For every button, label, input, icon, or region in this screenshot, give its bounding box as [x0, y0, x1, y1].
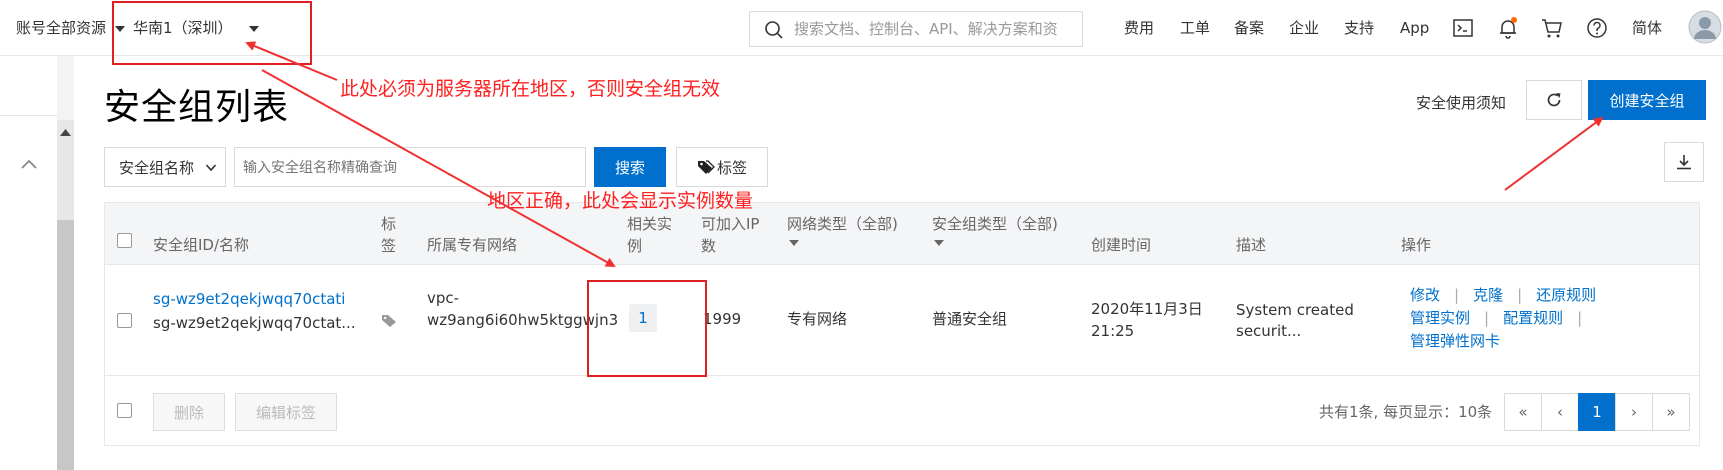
- header-network-type-label: 网络类型（全部): [787, 215, 898, 233]
- language-selector[interactable]: 简体: [1632, 0, 1662, 56]
- create-security-group-button[interactable]: 创建安全组: [1588, 80, 1706, 120]
- console-page: 账号全部资源 华南1（深圳） 费用 工单 备案 企业 支持 App: [0, 0, 1723, 470]
- action-separator: |: [1484, 309, 1490, 327]
- description-line2: securit...: [1236, 322, 1302, 340]
- scroll-up-arrow-icon[interactable]: [60, 128, 71, 136]
- security-notice-link[interactable]: 安全使用须知: [1416, 92, 1506, 113]
- nav-icp[interactable]: 备案: [1234, 0, 1264, 56]
- tag-filter-button[interactable]: 标签: [676, 147, 768, 187]
- nav-support[interactable]: 支持: [1344, 0, 1374, 56]
- action-restore-rules[interactable]: 还原规则: [1536, 286, 1596, 304]
- created-time: 21:25: [1091, 322, 1135, 340]
- description-line1: System created: [1236, 301, 1354, 319]
- annotation-region-highlight: [112, 1, 312, 65]
- header-id-name: 安全组ID/名称: [153, 236, 250, 254]
- security-group-search-box[interactable]: [234, 147, 586, 187]
- sidebar-divider: [0, 115, 57, 116]
- vpc-id-line1: vpc-: [427, 289, 460, 307]
- footer-select-all-checkbox[interactable]: [117, 403, 132, 418]
- security-group-id-link[interactable]: sg-wz9et2qekjwqq70ctati: [153, 288, 345, 310]
- row-actions-line1: 修改 | 克隆 | 还原规则: [1410, 284, 1596, 306]
- export-button[interactable]: [1664, 142, 1704, 182]
- page-1-button[interactable]: 1: [1578, 393, 1616, 431]
- action-separator: |: [1517, 286, 1523, 304]
- search-field-label: 安全组名称: [119, 158, 195, 177]
- scrollbar-thumb[interactable]: [57, 220, 74, 470]
- action-manage-instances[interactable]: 管理实例: [1410, 309, 1470, 327]
- security-group-table: 安全组ID/名称 标签 所属专有网络 相关实例 可加入IP数 网络类型（全部) …: [104, 202, 1700, 446]
- tag-filter-label: 标签: [716, 158, 747, 177]
- next-page-button[interactable]: ›: [1615, 393, 1653, 431]
- search-icon: [765, 21, 783, 39]
- network-type: 专有网络: [787, 310, 848, 328]
- global-search-input[interactable]: [794, 18, 1074, 40]
- annotation-instance-note: 地区正确，此处会显示实例数量: [487, 190, 754, 212]
- refresh-icon: [1547, 93, 1561, 107]
- header-vpc: 所属专有网络: [427, 236, 518, 254]
- header-description: 描述: [1236, 236, 1267, 254]
- row-actions-line3: 管理弹性网卡: [1410, 330, 1500, 352]
- last-page-button[interactable]: »: [1652, 393, 1690, 431]
- annotation-region-note: 此处必须为服务器所在地区，否则安全组无效: [340, 78, 721, 100]
- help-icon[interactable]: [1585, 16, 1609, 40]
- search-button[interactable]: 搜索: [594, 147, 666, 187]
- chevron-up-icon[interactable]: [20, 158, 38, 170]
- pagination: « ‹ 1 › »: [1504, 393, 1694, 431]
- action-configure-rules[interactable]: 配置规则: [1503, 309, 1563, 327]
- nav-tickets[interactable]: 工单: [1180, 0, 1210, 56]
- chevron-down-icon: [205, 164, 217, 172]
- table-row: sg-wz9et2qekjwqq70ctati sg-wz9et2qekjwqq…: [105, 266, 1699, 376]
- group-type: 普通安全组: [932, 310, 1008, 328]
- arrow-to-create-button: [1504, 116, 1604, 191]
- header-actions: 操作: [1401, 236, 1432, 254]
- row-actions-line2: 管理实例 | 配置规则 |: [1410, 307, 1596, 329]
- bell-icon[interactable]: [1496, 16, 1520, 40]
- account-scope-selector[interactable]: 账号全部资源: [16, 0, 125, 56]
- annotation-instance-highlight: [587, 280, 707, 377]
- delete-button[interactable]: 删除: [153, 393, 225, 431]
- prev-page-button[interactable]: ‹: [1541, 393, 1579, 431]
- available-ip-count: 1999: [703, 310, 742, 328]
- avatar[interactable]: [1688, 10, 1722, 44]
- header-network-type[interactable]: 网络类型（全部): [787, 213, 898, 235]
- security-group-search-input[interactable]: [243, 157, 573, 179]
- header-instances: 相关实例: [627, 215, 673, 255]
- filter-caret-icon[interactable]: [934, 240, 944, 247]
- header-group-type-label: 安全组类型（全部): [932, 215, 1058, 233]
- tag-icon[interactable]: [381, 314, 397, 328]
- table-header: 安全组ID/名称 标签 所属专有网络 相关实例 可加入IP数 网络类型（全部) …: [105, 203, 1699, 265]
- select-all-checkbox[interactable]: [117, 233, 132, 248]
- nav-enterprise[interactable]: 企业: [1289, 0, 1319, 56]
- filter-caret-icon[interactable]: [789, 240, 799, 247]
- tags-icon: [697, 160, 715, 174]
- header-available-ip: 可加入IP数: [701, 215, 760, 255]
- refresh-button[interactable]: [1526, 80, 1582, 120]
- created-date: 2020年11月3日: [1091, 300, 1203, 318]
- security-group-name: sg-wz9et2qekjwqq70ctat...: [153, 314, 356, 332]
- cart-icon[interactable]: [1540, 16, 1564, 40]
- search-field-select[interactable]: 安全组名称: [104, 147, 226, 187]
- nav-app[interactable]: App: [1400, 0, 1429, 56]
- terminal-icon[interactable]: [1451, 16, 1475, 40]
- page-title: 安全组列表: [104, 87, 290, 128]
- pagination-summary: 共有1条, 每页显示：10条: [1319, 403, 1493, 421]
- action-clone[interactable]: 克隆: [1473, 286, 1503, 304]
- action-modify[interactable]: 修改: [1410, 286, 1440, 304]
- download-icon: [1677, 155, 1691, 170]
- header-created: 创建时间: [1091, 236, 1152, 254]
- sidebar-panel: [0, 56, 57, 470]
- header-tag: 标签: [381, 215, 397, 255]
- account-scope-label: 账号全部资源: [16, 19, 107, 37]
- global-search[interactable]: [749, 11, 1083, 47]
- row-checkbox[interactable]: [117, 313, 132, 328]
- edit-tags-button[interactable]: 编辑标签: [235, 393, 337, 431]
- header-group-type[interactable]: 安全组类型（全部): [932, 213, 1058, 235]
- first-page-button[interactable]: «: [1504, 393, 1542, 431]
- nav-billing[interactable]: 费用: [1124, 0, 1154, 56]
- action-separator: |: [1454, 286, 1460, 304]
- action-manage-eni[interactable]: 管理弹性网卡: [1410, 332, 1500, 350]
- action-separator: |: [1577, 309, 1583, 327]
